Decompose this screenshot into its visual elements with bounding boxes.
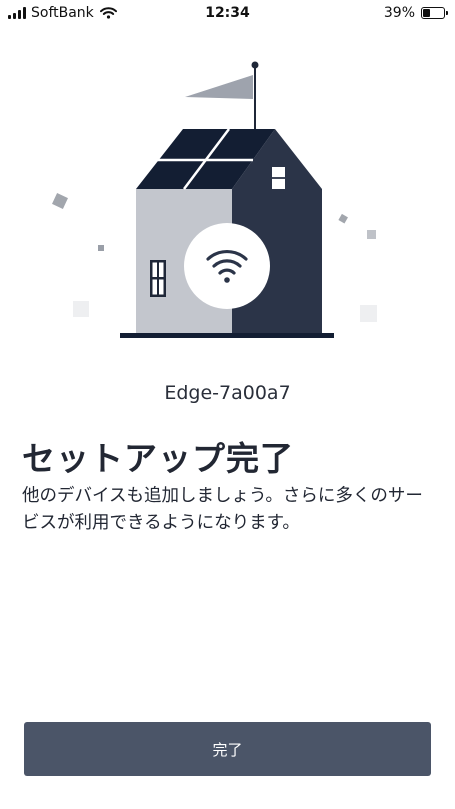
wifi-badge [184,223,270,309]
confetti [98,245,104,251]
confetti [73,301,89,317]
battery-icon [421,7,448,19]
ground-line [120,333,334,338]
window-left [150,260,166,297]
setup-complete-screen: SoftBank 12:34 39% Edge-7a00a7 セットアップ完了 … [0,0,455,809]
flag [185,75,253,99]
confetti [367,230,376,239]
battery-cap [446,11,448,15]
done-button[interactable]: 完了 [24,722,431,776]
confetti [338,213,348,224]
battery-fill [423,9,430,17]
battery-percent: 39% [383,5,415,21]
flag-pole-top [251,61,259,69]
confetti [52,193,68,209]
status-bar-right: 39% [383,5,448,21]
confetti [360,305,377,322]
status-bar: SoftBank 12:34 39% [0,0,455,26]
description-text: 他のデバイスも追加しましょう。さらに多くのサービスが利用できるようになります。 [22,486,423,533]
page-title: セットアップ完了 [22,439,294,478]
house-illustration [52,61,377,338]
device-name: Edge-7a00a7 [164,382,291,404]
